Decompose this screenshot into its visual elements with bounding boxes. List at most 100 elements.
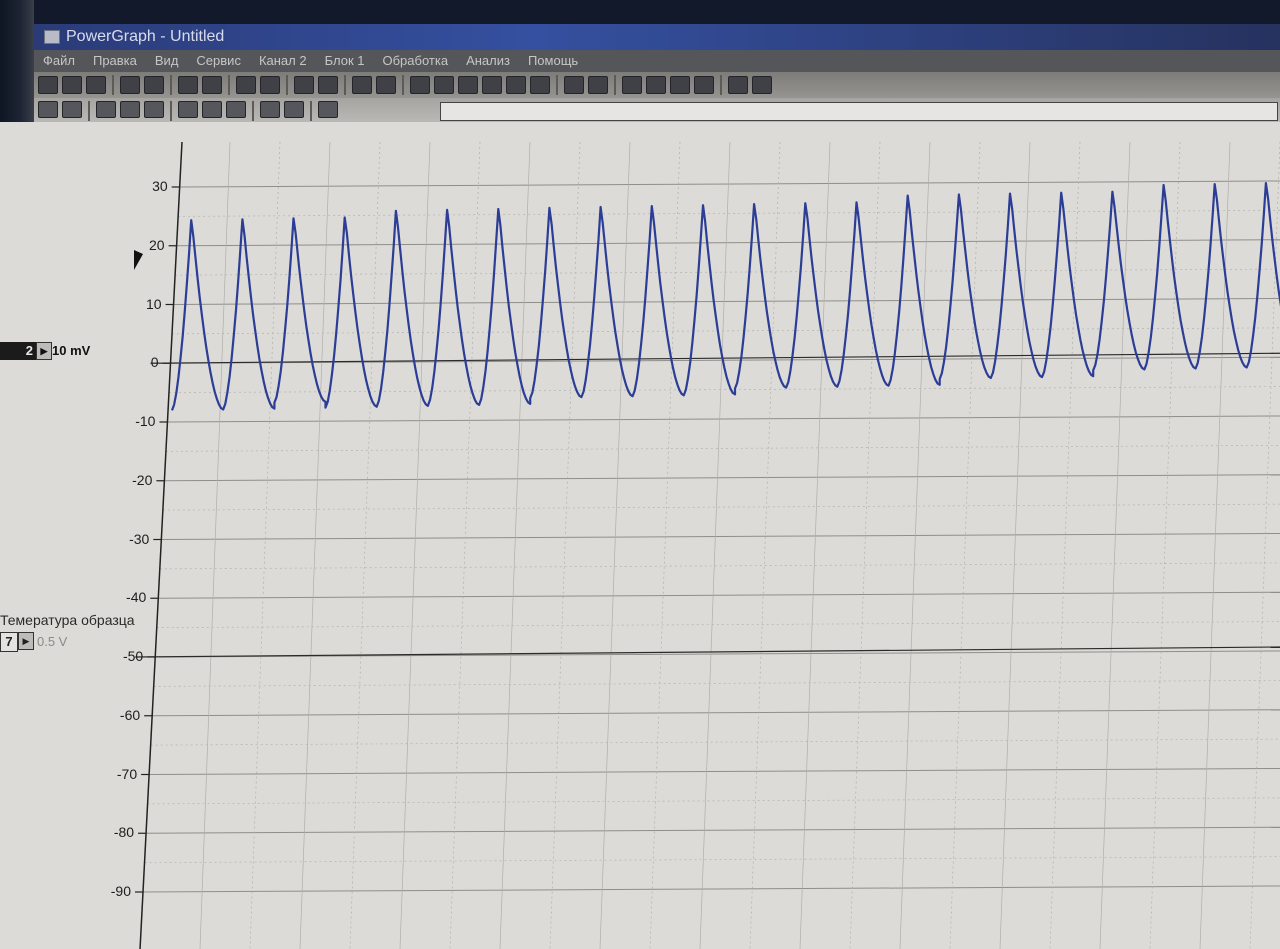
print-preview-icon[interactable] bbox=[202, 76, 222, 94]
system-menu-icon[interactable] bbox=[44, 29, 60, 44]
filter-icon[interactable] bbox=[694, 76, 714, 94]
toolbar-separator bbox=[310, 101, 312, 121]
grid-line-v bbox=[349, 141, 381, 949]
menu-analysis[interactable]: Анализ bbox=[457, 50, 519, 72]
spectrum-icon[interactable] bbox=[670, 76, 690, 94]
y-tick-label: 0 bbox=[150, 354, 159, 371]
grid-line-v bbox=[749, 141, 781, 949]
toolbar-separator bbox=[88, 101, 90, 121]
y-tick-label: -60 bbox=[119, 706, 141, 723]
grid-line-h bbox=[179, 180, 1280, 188]
open-folder-icon[interactable] bbox=[86, 76, 106, 94]
print-icon[interactable] bbox=[178, 76, 198, 94]
menu-file[interactable]: Файл bbox=[34, 50, 84, 72]
dropdown-icon[interactable] bbox=[62, 101, 82, 118]
grid-line-v bbox=[249, 141, 281, 949]
vertical-fit-icon[interactable] bbox=[178, 101, 198, 118]
grid-icon[interactable] bbox=[226, 101, 246, 118]
grid-line-h bbox=[164, 474, 1280, 482]
channel-2-indicator[interactable]: 2 ▶ 10 mV bbox=[0, 342, 90, 360]
cut-block-icon[interactable] bbox=[530, 76, 550, 94]
properties-icon[interactable] bbox=[352, 76, 372, 94]
grid-line-h bbox=[158, 591, 1280, 599]
menu-view[interactable]: Вид bbox=[146, 50, 188, 72]
signal-trace bbox=[170, 182, 1280, 411]
grid-line-h bbox=[165, 445, 1280, 452]
grid-line-v bbox=[449, 141, 481, 949]
mouse-cursor-icon bbox=[134, 250, 143, 270]
channel-7-indicator[interactable]: 7 ▶ 0.5 V bbox=[0, 632, 68, 652]
grid-line-v bbox=[849, 141, 881, 949]
graph-area[interactable]: 2 ▶ 10 mV Темература образца 7 ▶ 0.5 V 30 20 1… bbox=[0, 122, 1280, 949]
menu-service[interactable]: Сервис bbox=[187, 50, 250, 72]
edit-data-icon[interactable] bbox=[482, 76, 502, 94]
channel-7-range: 0.5 V bbox=[37, 634, 68, 649]
channel-7-arrow-icon[interactable]: ▶ bbox=[18, 632, 34, 650]
zoom-in-icon[interactable] bbox=[144, 101, 164, 118]
help-icon[interactable] bbox=[728, 76, 748, 94]
grid-line-h bbox=[162, 503, 1280, 511]
main-toolbar bbox=[34, 72, 1280, 98]
plot[interactable] bbox=[0, 122, 1280, 949]
horizontal-fit-icon[interactable] bbox=[202, 101, 222, 118]
export-icon[interactable] bbox=[294, 76, 314, 94]
web-icon[interactable] bbox=[752, 76, 772, 94]
open-icon[interactable] bbox=[62, 76, 82, 94]
scale-icon[interactable] bbox=[96, 101, 116, 118]
copy-block-icon[interactable] bbox=[236, 76, 256, 94]
new-icon[interactable] bbox=[38, 76, 58, 94]
channel-select-icon[interactable] bbox=[38, 101, 58, 118]
zoom-analysis-icon[interactable] bbox=[622, 76, 642, 94]
grid-line-h bbox=[168, 386, 1280, 393]
menu-help[interactable]: Помощь bbox=[519, 50, 587, 72]
channel-7-name: Темература образца bbox=[0, 612, 135, 628]
zoom-out-icon[interactable] bbox=[120, 101, 140, 118]
title-bar[interactable]: PowerGraph - Untitled bbox=[34, 24, 1280, 50]
y-tick-label: -70 bbox=[116, 765, 138, 782]
grid-line-h bbox=[150, 738, 1280, 746]
y-tick-label: 10 bbox=[145, 295, 162, 312]
function-icon[interactable] bbox=[564, 76, 584, 94]
time-field[interactable] bbox=[440, 102, 1278, 121]
toolbar-separator bbox=[402, 75, 404, 95]
autoscale-icon[interactable] bbox=[260, 101, 280, 118]
y-tick-label: -80 bbox=[113, 824, 135, 841]
y-tick-label: 30 bbox=[152, 178, 168, 194]
graph-toolbar bbox=[34, 98, 1280, 122]
menu-channel[interactable]: Канал 2 bbox=[250, 50, 316, 72]
table-icon[interactable] bbox=[588, 76, 608, 94]
record-icon[interactable] bbox=[376, 76, 396, 94]
toolbar-separator bbox=[556, 75, 558, 95]
grid-line-h bbox=[159, 562, 1280, 570]
grid-line-v bbox=[699, 141, 731, 949]
monitor-bezel bbox=[0, 0, 1280, 24]
merge-icon[interactable] bbox=[506, 76, 526, 94]
menu-processing[interactable]: Обработка bbox=[373, 50, 457, 72]
toolbar-separator bbox=[170, 101, 172, 121]
import-icon[interactable] bbox=[318, 76, 338, 94]
grid-line-h bbox=[161, 533, 1280, 540]
channels-icon[interactable] bbox=[410, 76, 430, 94]
save-as-icon[interactable] bbox=[144, 76, 164, 94]
grid-line-h bbox=[142, 885, 1280, 893]
ruler-icon[interactable] bbox=[458, 76, 478, 94]
block-icon[interactable] bbox=[434, 76, 454, 94]
grid-line-h bbox=[153, 680, 1280, 687]
menu-block[interactable]: Блок 1 bbox=[316, 50, 374, 72]
histogram-icon[interactable] bbox=[646, 76, 666, 94]
menu-edit[interactable]: Правка bbox=[84, 50, 146, 72]
channel-2-arrow-icon[interactable]: ▶ bbox=[36, 342, 52, 360]
grid-line-h bbox=[172, 327, 1280, 335]
menu-bar: Файл Правка Вид Сервис Канал 2 Блок 1 Обработк… bbox=[34, 50, 1280, 72]
toolbar-separator bbox=[112, 75, 114, 95]
grid-line-h bbox=[149, 768, 1280, 775]
y-tick-label: -50 bbox=[122, 648, 144, 664]
save-icon[interactable] bbox=[120, 76, 140, 94]
y-tick-label: -30 bbox=[129, 530, 150, 547]
window-title: PowerGraph - Untitled bbox=[66, 28, 225, 45]
grid-line-h bbox=[152, 709, 1280, 717]
paste-block-icon[interactable] bbox=[260, 76, 280, 94]
auto-range-icon[interactable] bbox=[284, 101, 304, 118]
marker-icon[interactable] bbox=[318, 101, 338, 118]
y-tick-label: -20 bbox=[132, 471, 153, 488]
